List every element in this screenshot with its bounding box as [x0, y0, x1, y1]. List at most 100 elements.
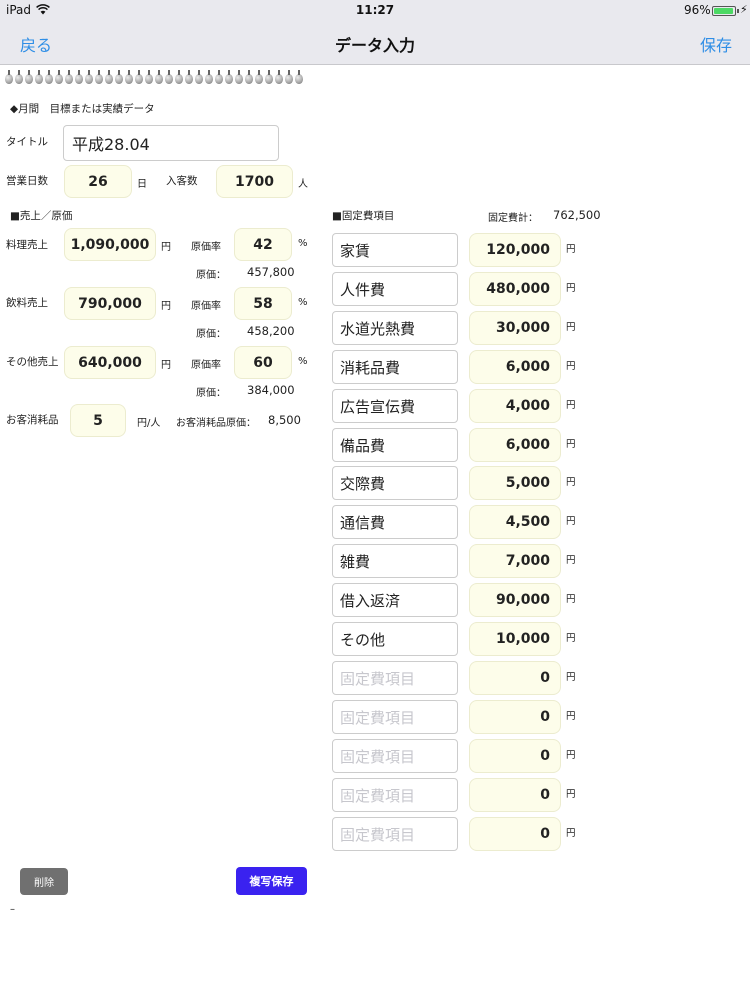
food-sales-input[interactable]: 1,090,000 — [64, 228, 156, 261]
food-cost-rate-input[interactable]: 42 — [234, 228, 292, 261]
title-input[interactable]: 平成28.04 — [63, 125, 279, 161]
fixed-item-name-input[interactable]: 水道光熱費 — [332, 311, 458, 345]
business-days-unit: 日 — [137, 179, 147, 190]
yen-unit: 円 — [566, 633, 576, 644]
fixed-item-name-input[interactable]: 人件費 — [332, 272, 458, 306]
copy-save-button[interactable]: 複写保存 — [236, 867, 307, 895]
yen-unit: 円 — [566, 516, 576, 527]
bulb-icon — [114, 70, 123, 84]
bulb-icon — [144, 70, 153, 84]
bulb-icon — [34, 70, 43, 84]
bulb-icon — [24, 70, 33, 84]
yen-unit: 円 — [566, 361, 576, 372]
fixed-item-amount-input[interactable]: 4,500 — [469, 505, 561, 539]
customers-label: 入客数 — [166, 175, 198, 187]
yen-unit: 円 — [566, 711, 576, 722]
fixed-item-amount-input[interactable]: 0 — [469, 700, 561, 734]
fixed-item-amount-input[interactable]: 7,000 — [469, 544, 561, 578]
cost-rate-label: 原価率 — [191, 242, 221, 253]
fixed-item-amount-input[interactable]: 30,000 — [469, 311, 561, 345]
fixed-item-name-input[interactable]: 広告宣伝費 — [332, 389, 458, 423]
fixed-item-name-input-empty[interactable]: 固定費項目 — [332, 778, 458, 812]
bulb-icon — [74, 70, 83, 84]
fixed-item-amount-input[interactable]: 6,000 — [469, 428, 561, 462]
fixed-item-name-input[interactable]: 備品費 — [332, 428, 458, 462]
delete-button[interactable]: 削除 — [20, 868, 68, 895]
drink-cost-value: 458,200 — [247, 324, 295, 338]
fixed-item-name-input[interactable]: 借入返済 — [332, 583, 458, 617]
cost-rate-label: 原価率 — [191, 301, 221, 312]
yen-unit: 円 — [566, 828, 576, 839]
customers-input[interactable]: 1700 — [216, 165, 293, 198]
fixed-item-name-input[interactable]: 交際費 — [332, 466, 458, 500]
consumables-cost-label: お客消耗品原価： — [176, 418, 256, 429]
decorative-bulb-row — [4, 70, 324, 88]
yen-unit: 円 — [566, 555, 576, 566]
business-days-label: 営業日数 — [6, 175, 48, 187]
fixed-item-amount-input[interactable]: 0 — [469, 817, 561, 851]
bulb-icon — [254, 70, 263, 84]
fixed-item-amount-input[interactable]: 120,000 — [469, 233, 561, 267]
bulb-icon — [4, 70, 13, 84]
other-cost-rate-input[interactable]: 60 — [234, 346, 292, 379]
fixed-item-name-input[interactable]: 雑費 — [332, 544, 458, 578]
food-cost-value: 457,800 — [247, 265, 295, 279]
bulb-icon — [174, 70, 183, 84]
bulb-icon — [64, 70, 73, 84]
fixed-item-amount-input[interactable]: 5,000 — [469, 466, 561, 500]
bulb-icon — [214, 70, 223, 84]
drink-cost-rate-input[interactable]: 58 — [234, 287, 292, 320]
cost-rate-label: 原価率 — [191, 360, 221, 371]
fixed-item-name-input[interactable]: 家賃 — [332, 233, 458, 267]
yen-unit: 円 — [566, 322, 576, 333]
yen-unit: 円 — [566, 439, 576, 450]
battery-percentage: 96% — [684, 3, 711, 17]
bulb-icon — [284, 70, 293, 84]
drink-sales-input[interactable]: 790,000 — [64, 287, 156, 320]
fixed-item-name-input-empty[interactable]: 固定費項目 — [332, 817, 458, 851]
bulb-icon — [94, 70, 103, 84]
fixed-item-amount-input[interactable]: 90,000 — [469, 583, 561, 617]
fixed-item-amount-input[interactable]: 0 — [469, 778, 561, 812]
sales-unit: 円 — [161, 242, 171, 253]
other-sales-input[interactable]: 640,000 — [64, 346, 156, 379]
fixed-item-amount-input[interactable]: 0 — [469, 739, 561, 773]
fixed-item-amount-input[interactable]: 480,000 — [469, 272, 561, 306]
bulb-icon — [234, 70, 243, 84]
sales-section-title: ■売上／原価 — [10, 210, 73, 222]
yen-unit: 円 — [566, 477, 576, 488]
percent-unit: % — [298, 238, 308, 249]
bulb-icon — [154, 70, 163, 84]
yen-unit: 円 — [566, 594, 576, 605]
cost-label: 原価： — [196, 329, 226, 340]
bulb-icon — [134, 70, 143, 84]
percent-unit: % — [298, 297, 308, 308]
fixed-item-name-input-empty[interactable]: 固定費項目 — [332, 661, 458, 695]
bulb-icon — [14, 70, 23, 84]
fixed-item-name-input[interactable]: 通信費 — [332, 505, 458, 539]
fixed-item-name-input-empty[interactable]: 固定費項目 — [332, 700, 458, 734]
battery-icon — [712, 6, 736, 16]
save-button[interactable]: 保存 — [700, 32, 732, 56]
fixed-item-amount-input[interactable]: 0 — [469, 661, 561, 695]
bulb-icon — [44, 70, 53, 84]
consumables-input[interactable]: 5 — [70, 404, 126, 437]
fixed-item-name-input[interactable]: その他 — [332, 622, 458, 656]
bulb-icon — [164, 70, 173, 84]
yen-unit: 円 — [566, 672, 576, 683]
bulb-icon — [124, 70, 133, 84]
charging-icon: ⚡ — [740, 3, 748, 16]
bulb-icon — [224, 70, 233, 84]
fixed-item-amount-input[interactable]: 4,000 — [469, 389, 561, 423]
status-bar: iPad 11:27 96% ⚡ — [0, 0, 750, 22]
fixed-item-amount-input[interactable]: 6,000 — [469, 350, 561, 384]
consumables-unit: 円/人 — [137, 418, 161, 429]
fixed-item-name-input-empty[interactable]: 固定費項目 — [332, 739, 458, 773]
bulb-icon — [294, 70, 303, 84]
business-days-input[interactable]: 26 — [64, 165, 132, 198]
bulb-icon — [84, 70, 93, 84]
fixed-item-amount-input[interactable]: 10,000 — [469, 622, 561, 656]
fixed-item-name-input[interactable]: 消耗品費 — [332, 350, 458, 384]
percent-unit: % — [298, 356, 308, 367]
bulb-icon — [244, 70, 253, 84]
